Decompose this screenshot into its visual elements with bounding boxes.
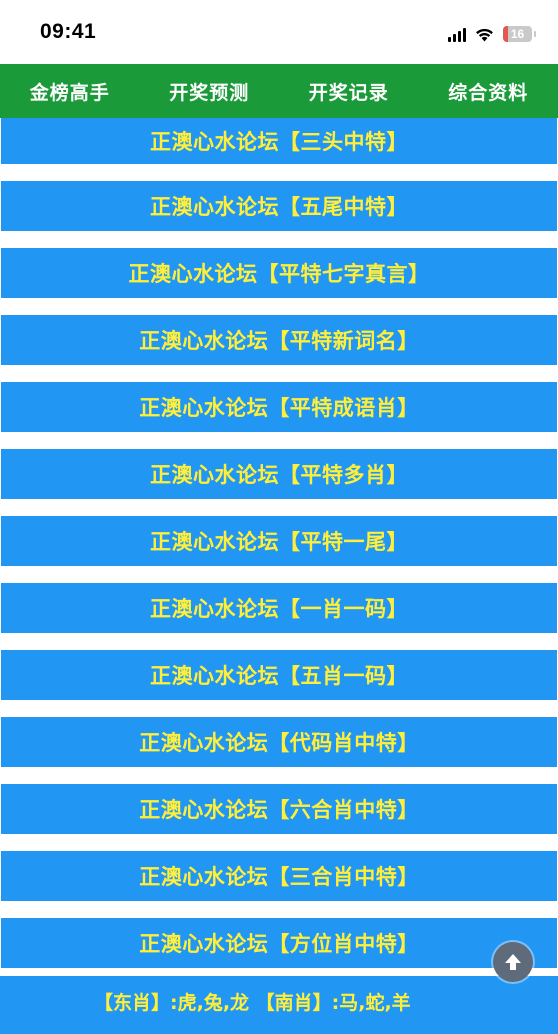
status-time: 09:41 <box>40 20 97 43</box>
nav-jinbang-gaoshou[interactable]: 金榜高手 <box>30 78 110 105</box>
forum-banner-list: 正澳心水论坛【三头中特】 正澳心水论坛【五尾中特】 正澳心水论坛【平特七字真言】… <box>0 118 558 985</box>
banner-pingte-qizi-zhenyan[interactable]: 正澳心水论坛【平特七字真言】 <box>1 248 557 298</box>
top-nav: 金榜高手 开奖预测 开奖记录 综合资料 <box>0 64 558 118</box>
nav-kaijiang-yuce[interactable]: 开奖预测 <box>169 78 249 105</box>
status-icons: 16 <box>448 24 536 44</box>
scroll-to-top-button[interactable] <box>493 942 533 982</box>
cellular-signal-icon <box>448 27 466 42</box>
nav-kaijiang-jilu[interactable]: 开奖记录 <box>309 78 389 105</box>
banner-wuwei-zhongte[interactable]: 正澳心水论坛【五尾中特】 <box>1 181 557 231</box>
banner-fangwei-xiao-zhongte[interactable]: 正澳心水论坛【方位肖中特】 <box>1 918 557 968</box>
nav-zonghe-ziliao[interactable]: 综合资料 <box>448 78 528 105</box>
banner-santou-zhongte[interactable]: 正澳心水论坛【三头中特】 <box>1 118 557 164</box>
banner-yixiao-yima[interactable]: 正澳心水论坛【一肖一码】 <box>1 583 557 633</box>
battery-level: 16 <box>510 27 525 41</box>
banner-pingte-yiwei[interactable]: 正澳心水论坛【平特一尾】 <box>1 516 557 566</box>
banner-sanhe-xiao-zhongte[interactable]: 正澳心水论坛【三合肖中特】 <box>1 851 557 901</box>
battery-icon: 16 <box>503 26 536 42</box>
banner-pingte-duoxiao[interactable]: 正澳心水论坛【平特多肖】 <box>1 449 557 499</box>
banner-liuhe-xiao-zhongte[interactable]: 正澳心水论坛【六合肖中特】 <box>1 784 557 834</box>
status-bar: 09:41 16 <box>0 0 558 64</box>
banner-pingte-xin-ciming[interactable]: 正澳心水论坛【平特新词名】 <box>1 315 557 365</box>
banner-wuxiao-yima[interactable]: 正澳心水论坛【五肖一码】 <box>1 650 557 700</box>
banner-daima-xiao-zhongte[interactable]: 正澳心水论坛【代码肖中特】 <box>1 717 557 767</box>
zodiac-line-east-south: 【东肖】:虎,兔,龙 【南肖】:马,蛇,羊 <box>94 992 411 1014</box>
arrow-up-icon <box>505 954 521 970</box>
wifi-icon <box>476 28 493 42</box>
banner-pingte-chengyu-xiao[interactable]: 正澳心水论坛【平特成语肖】 <box>1 382 557 432</box>
zodiac-direction-info: 【东肖】:虎,兔,龙 【南肖】:马,蛇,羊 <box>0 974 558 1034</box>
